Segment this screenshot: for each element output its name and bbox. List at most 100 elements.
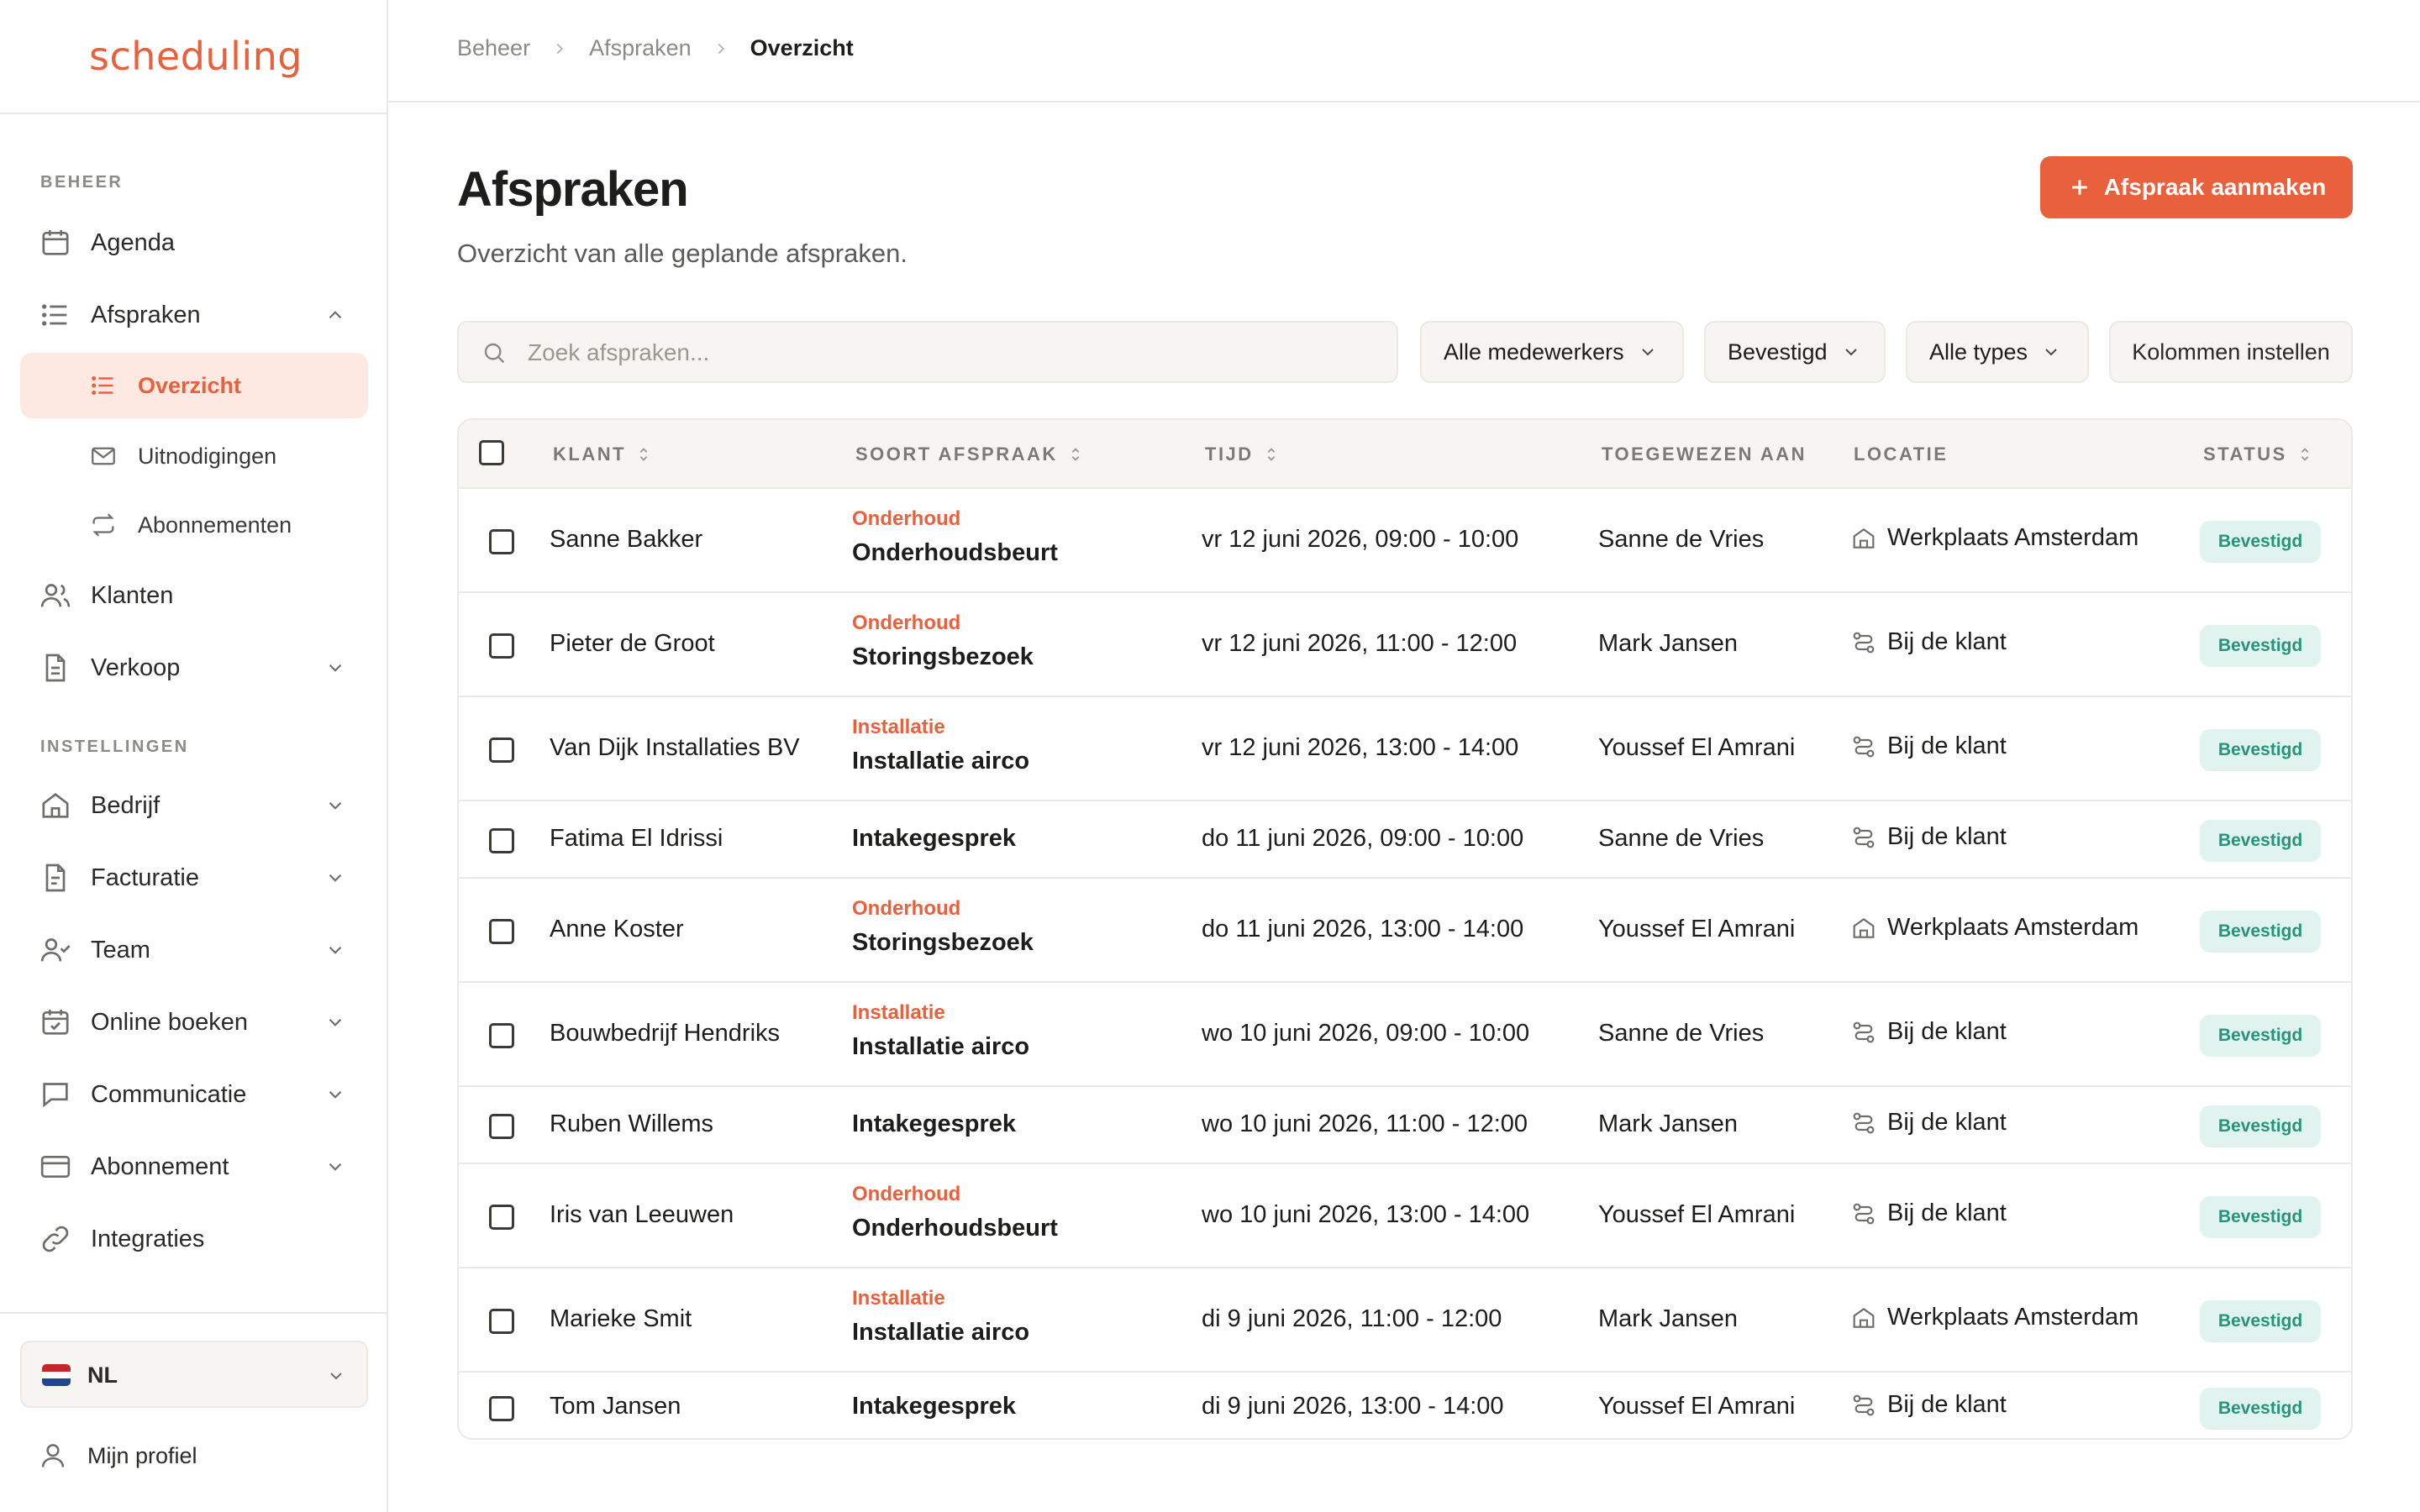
employee-filter[interactable]: Alle medewerkers [1420, 321, 1684, 383]
status-badge: Bevestigd [2200, 1196, 2321, 1238]
sidebar: scheduling BEHEER Agenda Afspraken Overz… [0, 0, 388, 1512]
cell-klant: Anne Koster [550, 916, 684, 942]
table-row[interactable]: Tom Jansen Intakegesprek di 9 juni 2026,… [459, 1373, 2351, 1438]
sidebar-item-uitnodigingen[interactable]: Uitnodigingen [20, 423, 368, 489]
row-checkbox[interactable] [489, 529, 514, 554]
sidebar-item-integraties[interactable]: Integraties [20, 1206, 368, 1272]
sort-icon [1262, 445, 1281, 464]
cell-tijd: vr 12 juni 2026, 11:00 - 12:00 [1202, 630, 1518, 657]
location-label: Werkplaats Amsterdam [1887, 914, 2139, 941]
appointment-tag: Onderhoud [852, 897, 961, 920]
cell-klant: Sanne Bakker [550, 526, 703, 553]
sidebar-item-label: Overzicht [138, 372, 242, 398]
table-row[interactable]: Van Dijk Installaties BV Installatie Ins… [459, 697, 2351, 801]
sidebar-item-abonnementen[interactable]: Abonnementen [20, 492, 368, 558]
cell-soort: Onderhoud Onderhoudsbeurt [852, 507, 1058, 567]
breadcrumb-item[interactable]: Beheer [457, 35, 530, 61]
logo-text: scheduling [89, 34, 302, 79]
sidebar-item-bedrijf[interactable]: Bedrijf [20, 773, 368, 838]
sidebar-item-online-boeken[interactable]: Online boeken [20, 990, 368, 1055]
row-checkbox[interactable] [489, 919, 514, 944]
column-header-soort[interactable]: SOORT AFSPRAAK [855, 444, 1085, 465]
row-checkbox[interactable] [489, 1205, 514, 1230]
row-checkbox[interactable] [489, 1309, 514, 1334]
table-row[interactable]: Marieke Smit Installatie Installatie air… [459, 1268, 2351, 1373]
table-row[interactable]: Ruben Willems Intakegesprek wo 10 juni 2… [459, 1087, 2351, 1164]
cell-locatie: Bij de klant [1850, 732, 2007, 760]
table-row[interactable]: Bouwbedrijf Hendriks Installatie Install… [459, 983, 2351, 1087]
type-filter-label: Alle types [1929, 339, 2028, 365]
status-badge: Bevestigd [2200, 820, 2321, 862]
chevron-down-icon [324, 657, 346, 679]
breadcrumb: Beheer Afspraken Overzicht [457, 35, 854, 61]
language-selector[interactable]: NL [20, 1341, 368, 1408]
chevron-down-icon [324, 795, 346, 816]
type-filter[interactable]: Alle types [1906, 321, 2089, 383]
row-checkbox[interactable] [489, 828, 514, 853]
column-header-label: STATUS [2203, 444, 2287, 465]
status-badge: Bevestigd [2200, 911, 2321, 953]
column-header-status[interactable]: STATUS [2203, 444, 2314, 465]
sidebar-item-label: Abonnement [91, 1152, 229, 1180]
building-icon [1850, 1305, 1877, 1331]
cell-soort: Onderhoud Storingsbezoek [852, 612, 1034, 671]
table-row[interactable]: Sanne Bakker Onderhoud Onderhoudsbeurt v… [459, 489, 2351, 593]
sidebar-item-afspraken[interactable]: Afspraken [20, 282, 368, 348]
sidebar-item-klanten[interactable]: Klanten [20, 563, 368, 628]
sidebar-item-verkoop[interactable]: Verkoop [20, 635, 368, 701]
breadcrumb-current: Overzicht [750, 35, 854, 60]
table-row[interactable]: Iris van Leeuwen Onderhoud Onderhoudsbeu… [459, 1164, 2351, 1268]
route-icon [1850, 733, 1877, 760]
list-icon [89, 371, 118, 400]
table-row[interactable]: Anne Koster Onderhoud Storingsbezoek do … [459, 879, 2351, 983]
cell-soort: Onderhoud Storingsbezoek [852, 897, 1034, 957]
table-header: KLANT SOORT AFSPRAAK TIJD TOEGEWEZEN AAN… [459, 420, 2351, 489]
sidebar-item-label: Abonnementen [138, 512, 292, 538]
building-icon [1850, 915, 1877, 942]
sidebar-item-overzicht[interactable]: Overzicht [20, 353, 368, 418]
cell-soort: Installatie Installatie airco [852, 716, 1029, 775]
cell-klant: Tom Jansen [550, 1393, 681, 1420]
link-icon [39, 1222, 72, 1256]
breadcrumb-item[interactable]: Afspraken [589, 35, 692, 61]
sidebar-item-label: Bedrijf [91, 791, 160, 819]
row-checkbox[interactable] [489, 1023, 514, 1048]
users-icon [39, 579, 72, 612]
profile-link[interactable]: Mijn profiel [20, 1426, 368, 1485]
select-all-checkbox[interactable] [479, 440, 504, 465]
column-header-klant[interactable]: KLANT [553, 444, 653, 465]
logo[interactable]: scheduling [0, 0, 387, 114]
row-checkbox[interactable] [489, 1396, 514, 1421]
route-icon [1850, 1392, 1877, 1419]
row-checkbox[interactable] [489, 633, 514, 659]
column-header-tijd[interactable]: TIJD [1205, 444, 1281, 465]
cell-medewerker: Youssef El Amrani [1598, 734, 1796, 761]
sidebar-item-facturatie[interactable]: Facturatie [20, 845, 368, 911]
sidebar-item-abonnement[interactable]: Abonnement [20, 1134, 368, 1200]
appointment-tag: Onderhoud [852, 612, 961, 634]
appointment-tag: Installatie [852, 1001, 945, 1024]
status-filter[interactable]: Bevestigd [1704, 321, 1886, 383]
cell-soort: Installatie Installatie airco [852, 1001, 1029, 1061]
table-row[interactable]: Pieter de Groot Onderhoud Storingsbezoek… [459, 593, 2351, 697]
cell-soort: Intakegesprek [852, 1393, 1016, 1420]
sidebar-item-communicatie[interactable]: Communicatie [20, 1062, 368, 1127]
search-input[interactable] [526, 331, 1370, 375]
status-badge: Bevestigd [2200, 1105, 2321, 1147]
sidebar-item-agenda[interactable]: Agenda [20, 210, 368, 276]
cell-locatie: Werkplaats Amsterdam [1850, 914, 2139, 942]
row-checkbox[interactable] [489, 1114, 514, 1139]
cell-tijd: wo 10 juni 2026, 13:00 - 14:00 [1202, 1201, 1530, 1228]
row-checkbox[interactable] [489, 738, 514, 763]
chevron-down-icon [324, 1156, 346, 1178]
sidebar-item-team[interactable]: Team [20, 917, 368, 983]
table-row[interactable]: Fatima El Idrissi Intakegesprek do 11 ju… [459, 801, 2351, 879]
profile-label: Mijn profiel [87, 1443, 197, 1468]
location-label: Bij de klant [1887, 1200, 2007, 1226]
chevron-down-icon [324, 1011, 346, 1033]
chevron-right-icon [550, 39, 569, 58]
create-appointment-button[interactable]: Afspraak aanmaken [2040, 156, 2353, 218]
sidebar-item-label: Uitnodigingen [138, 443, 277, 469]
cell-tijd: di 9 juni 2026, 11:00 - 12:00 [1202, 1305, 1502, 1332]
columns-settings-button[interactable]: Kolommen instellen [2109, 321, 2353, 383]
